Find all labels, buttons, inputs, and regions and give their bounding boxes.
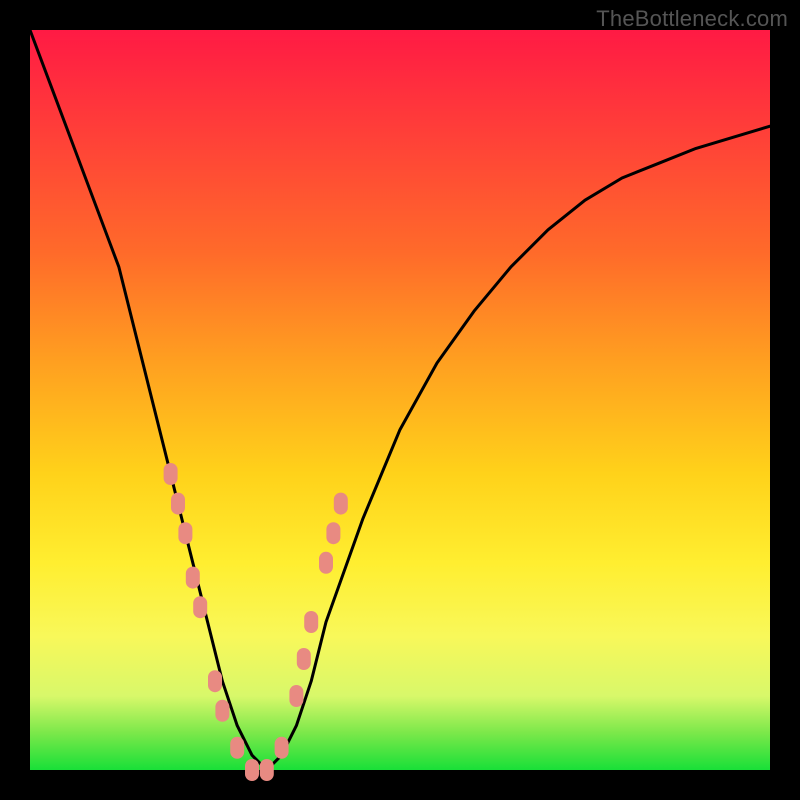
curve-group xyxy=(30,30,770,770)
data-marker xyxy=(326,522,340,544)
data-marker xyxy=(275,737,289,759)
data-marker xyxy=(334,493,348,515)
data-marker xyxy=(171,493,185,515)
data-marker xyxy=(164,463,178,485)
data-marker xyxy=(304,611,318,633)
data-marker xyxy=(260,759,274,781)
marker-group xyxy=(164,463,348,781)
watermark-text: TheBottleneck.com xyxy=(596,6,788,32)
data-marker xyxy=(193,596,207,618)
data-marker xyxy=(215,700,229,722)
data-marker xyxy=(319,552,333,574)
plot-area xyxy=(30,30,770,770)
chart-frame: TheBottleneck.com xyxy=(0,0,800,800)
data-marker xyxy=(208,670,222,692)
data-marker xyxy=(186,567,200,589)
data-marker xyxy=(297,648,311,670)
chart-svg xyxy=(30,30,770,770)
data-marker xyxy=(245,759,259,781)
bottleneck-curve xyxy=(30,30,770,770)
data-marker xyxy=(230,737,244,759)
data-marker xyxy=(178,522,192,544)
data-marker xyxy=(289,685,303,707)
